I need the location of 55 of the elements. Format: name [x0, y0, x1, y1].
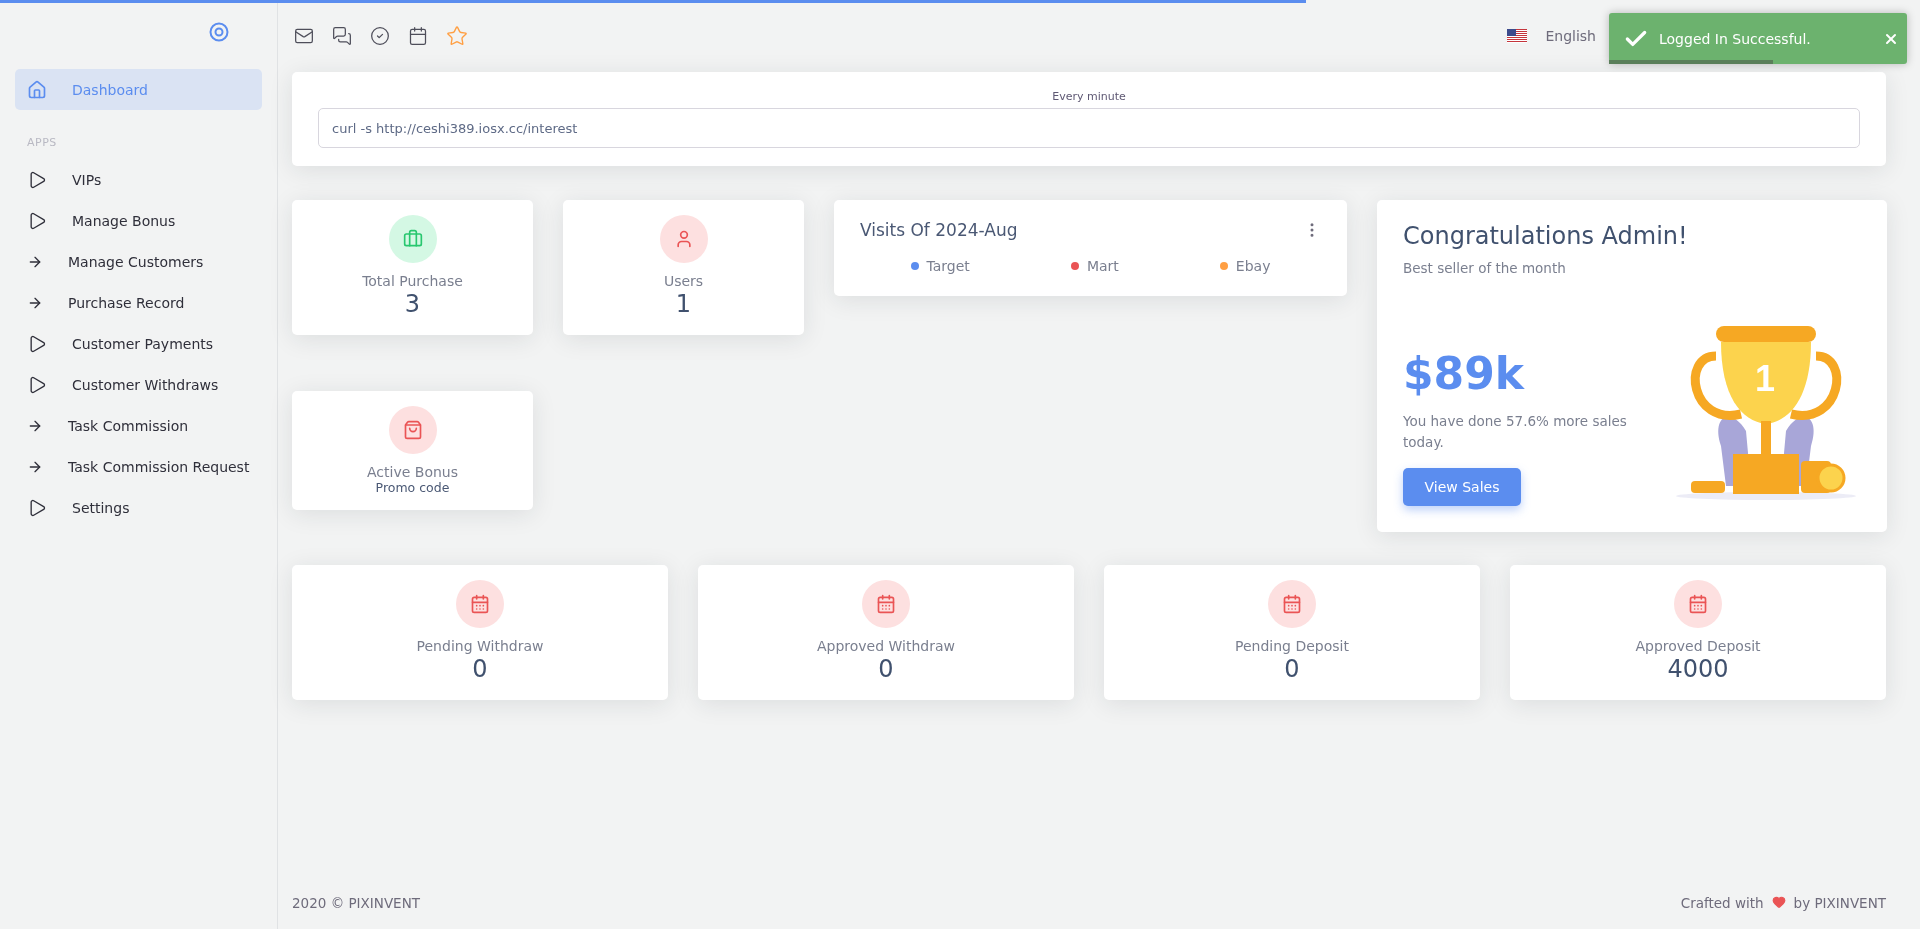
- stat-label: Pending Deposit: [1235, 638, 1349, 654]
- sidebar-item[interactable]: Customer Withdraws: [15, 364, 262, 405]
- sidebar-item[interactable]: VIPs: [15, 159, 262, 200]
- stat-value: 0: [472, 654, 488, 685]
- target-logo-icon[interactable]: [209, 22, 229, 42]
- calendar-icon[interactable]: [408, 26, 428, 46]
- stat-label: Approved Withdraw: [816, 638, 956, 654]
- star-icon[interactable]: [446, 25, 468, 47]
- stat-label: Active Bonus: [367, 463, 458, 480]
- stat-label: Users: [663, 273, 704, 289]
- language-selector[interactable]: English: [1545, 28, 1596, 44]
- stat-value: 0: [878, 654, 894, 685]
- sidebar-item[interactable]: Customer Payments: [15, 323, 262, 364]
- calendar-icon: [1282, 594, 1302, 614]
- sidebar-item[interactable]: Settings: [15, 487, 262, 528]
- copyright-text: 2020 © PIXINVENT: [292, 895, 420, 913]
- stat-sublabel: Promo code: [375, 479, 450, 495]
- field-label: Every minute: [1052, 90, 1126, 103]
- sidebar-item[interactable]: Task Commission Request: [15, 446, 262, 487]
- chat-icon[interactable]: [332, 26, 352, 46]
- shopping-bag-icon: [402, 419, 423, 440]
- sales-text: You have done 57.6% more sales today.: [1403, 411, 1628, 453]
- stat-value: 1: [675, 289, 692, 320]
- legend-item: Target: [910, 258, 970, 274]
- toast-message: Logged In Successful.: [1659, 30, 1812, 47]
- mail-icon[interactable]: [294, 26, 314, 46]
- sales-amount: $89k: [1403, 347, 1526, 399]
- stat-value: 0: [1284, 654, 1300, 685]
- sidebar-item[interactable]: Purchase Record: [15, 282, 262, 323]
- card-title: Congratulations Admin!: [1403, 222, 1689, 250]
- briefcase-icon: [402, 229, 423, 249]
- footer-text: Crafted with: [1680, 895, 1764, 911]
- calendar-icon: [876, 594, 896, 614]
- sidebar-item[interactable]: Manage Bonus: [15, 200, 262, 241]
- card-title: Visits Of 2024-Aug: [860, 220, 1018, 240]
- section-heading: APPS: [26, 136, 58, 149]
- footer-text: by PIXINVENT: [1793, 895, 1886, 911]
- legend-item: Mart: [1070, 258, 1119, 274]
- home-icon: [27, 79, 47, 100]
- command-field[interactable]: curl -s http://ceshi389.iosx.cc/interest: [318, 108, 1860, 148]
- stat-label: Pending Withdraw: [416, 638, 544, 654]
- stat-label: Total Purchase: [362, 273, 463, 289]
- heart-icon: [1771, 895, 1786, 909]
- legend-item: Ebay: [1219, 258, 1271, 274]
- check-circle-icon[interactable]: [370, 26, 390, 46]
- sidebar-item[interactable]: Manage Customers: [15, 241, 262, 282]
- card-subtitle: Best seller of the month: [1403, 260, 1567, 276]
- trophy-number: 1: [1755, 358, 1776, 399]
- calendar-icon: [1688, 594, 1708, 614]
- us-flag-icon: [1507, 29, 1528, 43]
- sidebar-item[interactable]: Task Commission: [15, 405, 262, 446]
- stat-label: Approved Deposit: [1635, 638, 1761, 654]
- stat-value: 3: [404, 289, 421, 320]
- calendar-icon: [470, 594, 490, 614]
- stat-value: 4000: [1667, 654, 1729, 685]
